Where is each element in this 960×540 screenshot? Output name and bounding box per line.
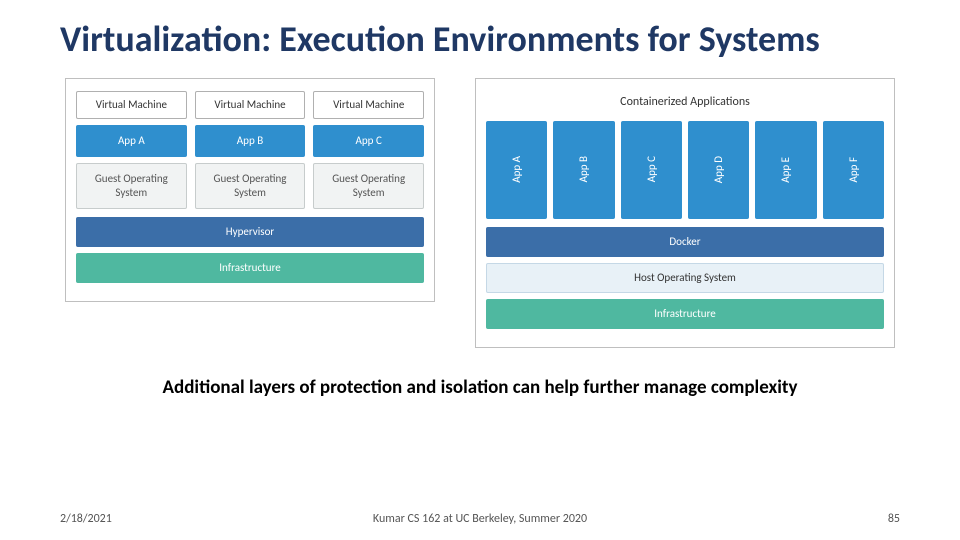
vm-guest-os: Guest Operating System	[76, 163, 187, 209]
vm-app: App A	[76, 125, 187, 157]
container-app-label: App A	[510, 156, 523, 183]
vm-label: Virtual Machine	[195, 91, 306, 119]
vm-app: App B	[195, 125, 306, 157]
container-app-label: App C	[645, 156, 658, 182]
container-app-label: App F	[847, 157, 860, 182]
vm-label: Virtual Machine	[76, 91, 187, 119]
subtitle: Additional layers of protection and isol…	[60, 376, 900, 399]
container-app: App C	[621, 121, 682, 219]
footer-date: 2/18/2021	[60, 512, 112, 526]
footer-page: 85	[888, 512, 900, 526]
vm-col-2: Virtual Machine App C Guest Operating Sy…	[313, 91, 424, 209]
container-app: App F	[823, 121, 884, 219]
container-app: App D	[688, 121, 749, 219]
container-diagram: Containerized Applications App A App B A…	[475, 78, 895, 348]
vm-guest-os: Guest Operating System	[313, 163, 424, 209]
vm-guest-os: Guest Operating System	[195, 163, 306, 209]
vm-label: Virtual Machine	[313, 91, 424, 119]
container-app-label: App B	[577, 156, 590, 182]
container-app: App E	[755, 121, 816, 219]
vm-columns: Virtual Machine App A Guest Operating Sy…	[76, 91, 424, 209]
slide-title: Virtualization: Execution Environments f…	[60, 20, 900, 60]
footer-center: Kumar CS 162 at UC Berkeley, Summer 2020	[373, 512, 587, 526]
vm-col-1: Virtual Machine App B Guest Operating Sy…	[195, 91, 306, 209]
diagrams-row: Virtual Machine App A Guest Operating Sy…	[60, 78, 900, 348]
container-app: App B	[553, 121, 614, 219]
footer: 2/18/2021 Kumar CS 162 at UC Berkeley, S…	[0, 512, 960, 526]
slide: Virtualization: Execution Environments f…	[0, 0, 960, 540]
container-apps-row: App A App B App C App D App E App F	[486, 121, 884, 219]
container-infrastructure-bar: Infrastructure	[486, 299, 884, 329]
container-app: App A	[486, 121, 547, 219]
container-header: Containerized Applications	[486, 91, 884, 115]
vm-diagram: Virtual Machine App A Guest Operating Sy…	[65, 78, 435, 302]
host-os-bar: Host Operating System	[486, 263, 884, 293]
vm-col-0: Virtual Machine App A Guest Operating Sy…	[76, 91, 187, 209]
vm-app: App C	[313, 125, 424, 157]
hypervisor-bar: Hypervisor	[76, 217, 424, 247]
container-app-label: App E	[779, 157, 792, 183]
vm-infrastructure-bar: Infrastructure	[76, 253, 424, 283]
docker-bar: Docker	[486, 227, 884, 257]
container-app-label: App D	[712, 156, 725, 183]
